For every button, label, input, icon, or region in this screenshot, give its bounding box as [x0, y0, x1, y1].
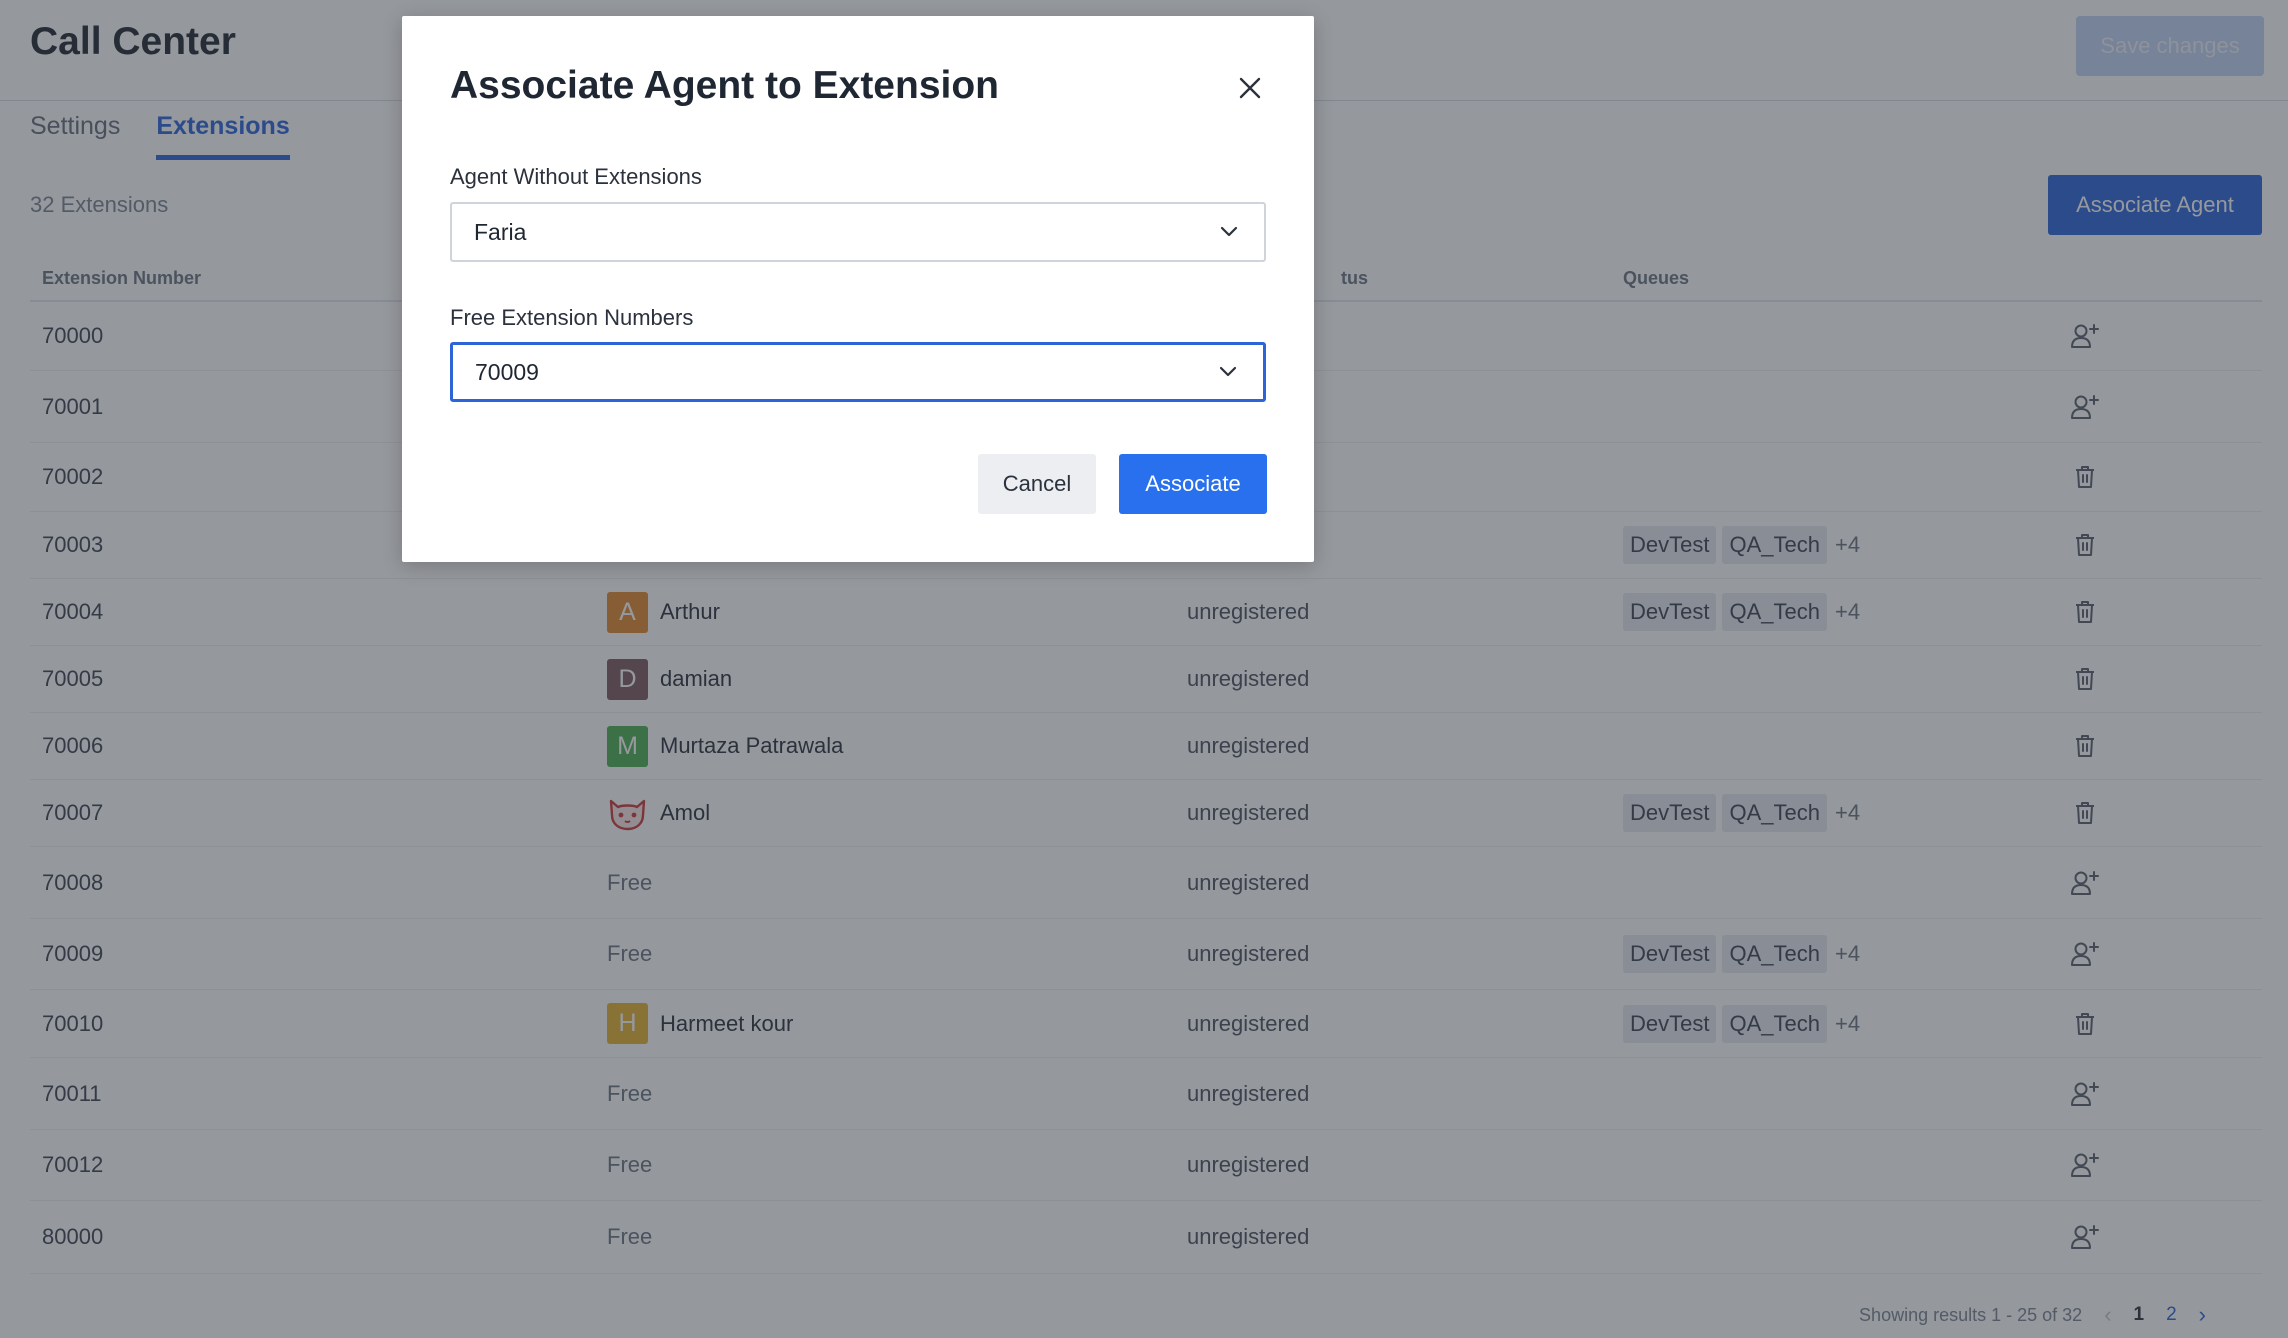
extension-select[interactable]: 70009 [450, 342, 1266, 402]
agent-select[interactable]: Faria [450, 202, 1266, 262]
agent-select-label: Agent Without Extensions [450, 164, 702, 189]
cancel-button[interactable]: Cancel [978, 454, 1096, 514]
extension-select-value: 70009 [475, 358, 539, 385]
extension-select-label: Free Extension Numbers [450, 305, 694, 330]
chevron-down-icon [1219, 366, 1237, 378]
agent-select-value: Faria [474, 218, 527, 245]
chevron-down-icon [1220, 226, 1238, 238]
associate-button[interactable]: Associate [1119, 454, 1267, 514]
close-icon[interactable] [1234, 72, 1266, 104]
associate-agent-modal: Associate Agent to Extension Agent Witho… [402, 16, 1314, 562]
modal-title: Associate Agent to Extension [450, 64, 999, 107]
